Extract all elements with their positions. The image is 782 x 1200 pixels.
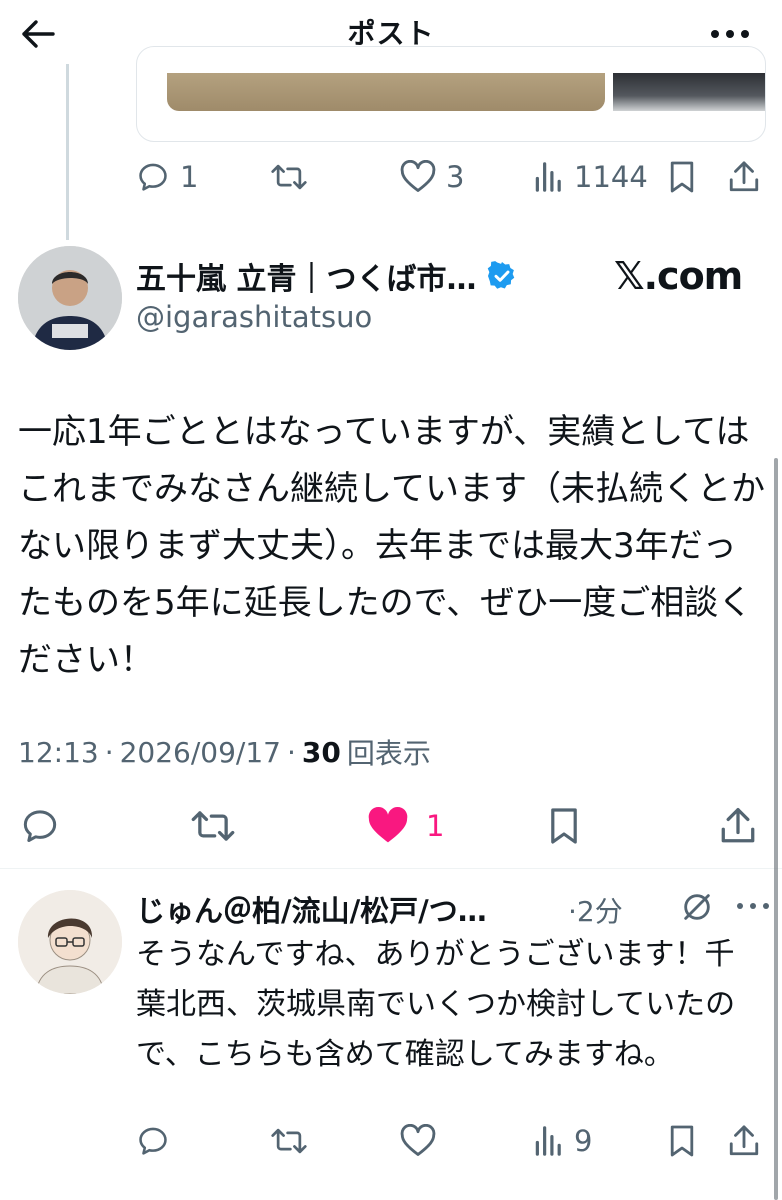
share-button[interactable] [728, 1124, 760, 1158]
reply-more-button[interactable] [736, 896, 770, 915]
like-button[interactable]: 3 [400, 160, 464, 194]
author-handle[interactable]: @igarashitatsuo [136, 300, 372, 334]
heart-icon [368, 806, 408, 843]
bookmark-icon [670, 161, 694, 193]
x-watermark: 𝕏.com [614, 254, 743, 298]
like-button[interactable] [400, 1124, 436, 1158]
reply-author-photo [18, 890, 122, 994]
more-horizontal-icon [711, 30, 749, 38]
share-icon [721, 808, 755, 843]
thread-connector-line [66, 64, 69, 240]
heart-icon [400, 1124, 436, 1156]
reply-count: 1 [180, 160, 199, 194]
like-count: 1 [426, 809, 445, 843]
repost-button[interactable] [270, 1124, 308, 1158]
repost-button[interactable] [270, 160, 308, 194]
share-button[interactable] [728, 160, 760, 194]
reply-button[interactable]: 1 [136, 160, 198, 194]
more-horizontal-icon [737, 903, 769, 909]
heart-icon [400, 160, 436, 192]
previous-post-media[interactable] [136, 46, 766, 142]
bookmark-button[interactable] [668, 1124, 696, 1158]
grok-icon [684, 894, 710, 920]
repost-icon [271, 1128, 307, 1154]
reply-author-name[interactable]: じゅん＠柏/流山/松戸/つ… [136, 888, 487, 930]
reply-button[interactable] [136, 1124, 170, 1158]
media-image[interactable] [613, 73, 765, 111]
reply-time[interactable]: ·2分 [568, 890, 623, 930]
avatar[interactable] [18, 246, 122, 350]
avatar[interactable] [18, 890, 122, 994]
views-label: 回表示 [346, 737, 431, 770]
author-photo [18, 246, 122, 350]
author-name-row[interactable]: 五十嵐 立青｜つくば市… [136, 254, 518, 298]
back-button[interactable] [18, 14, 58, 54]
comment-icon [139, 1127, 167, 1155]
analytics-icon [535, 162, 561, 192]
post-text: 一応1年ごととはなっていますが、実績としてはこれまでみなさん継続しています（未払… [18, 412, 765, 680]
share-icon [729, 1125, 759, 1156]
share-icon [729, 161, 759, 192]
repost-icon [271, 164, 307, 190]
repost-button[interactable] [190, 806, 236, 846]
analytics-icon [535, 1126, 561, 1156]
scrollbar[interactable] [774, 458, 778, 1200]
bookmark-button[interactable] [548, 806, 580, 846]
post-time[interactable]: 12:13 [18, 736, 99, 769]
bookmark-icon [670, 1125, 694, 1157]
verified-badge-icon [488, 261, 515, 289]
like-count: 3 [446, 160, 465, 194]
like-button[interactable]: 1 [366, 806, 444, 846]
bookmark-icon [551, 808, 577, 844]
post-date[interactable]: 2026/09/17 [120, 736, 281, 769]
reply-actions: 9 [136, 1122, 766, 1166]
arrow-left-icon [22, 20, 55, 48]
reply-text: そうなんですね、ありがとうございます！千葉北西、茨城県南でいくつか検討していたの… [136, 937, 736, 1072]
views-count: 9 [574, 1124, 593, 1158]
share-button[interactable] [720, 806, 756, 846]
divider [0, 868, 782, 869]
post-metadata: 12:13 · 2026/09/17 · 30 回表示 [18, 732, 431, 772]
views-count: 1144 [574, 160, 648, 194]
views-button[interactable]: 9 [534, 1124, 592, 1158]
author-name[interactable]: 五十嵐 立青｜つくば市… [136, 254, 476, 298]
reply-button[interactable] [20, 806, 60, 846]
views-button[interactable]: 1144 [534, 160, 648, 194]
post-actions: 1 [0, 800, 782, 854]
bookmark-button[interactable] [668, 160, 696, 194]
grok-button[interactable] [680, 890, 714, 928]
comment-icon [139, 163, 167, 191]
separator: · [287, 735, 296, 769]
media-image[interactable] [167, 73, 605, 111]
views-count: 30 [301, 735, 341, 769]
repost-icon [191, 811, 235, 841]
separator: · [104, 735, 114, 769]
comment-icon [23, 810, 57, 842]
previous-post-actions: 1 3 1144 [136, 158, 766, 202]
